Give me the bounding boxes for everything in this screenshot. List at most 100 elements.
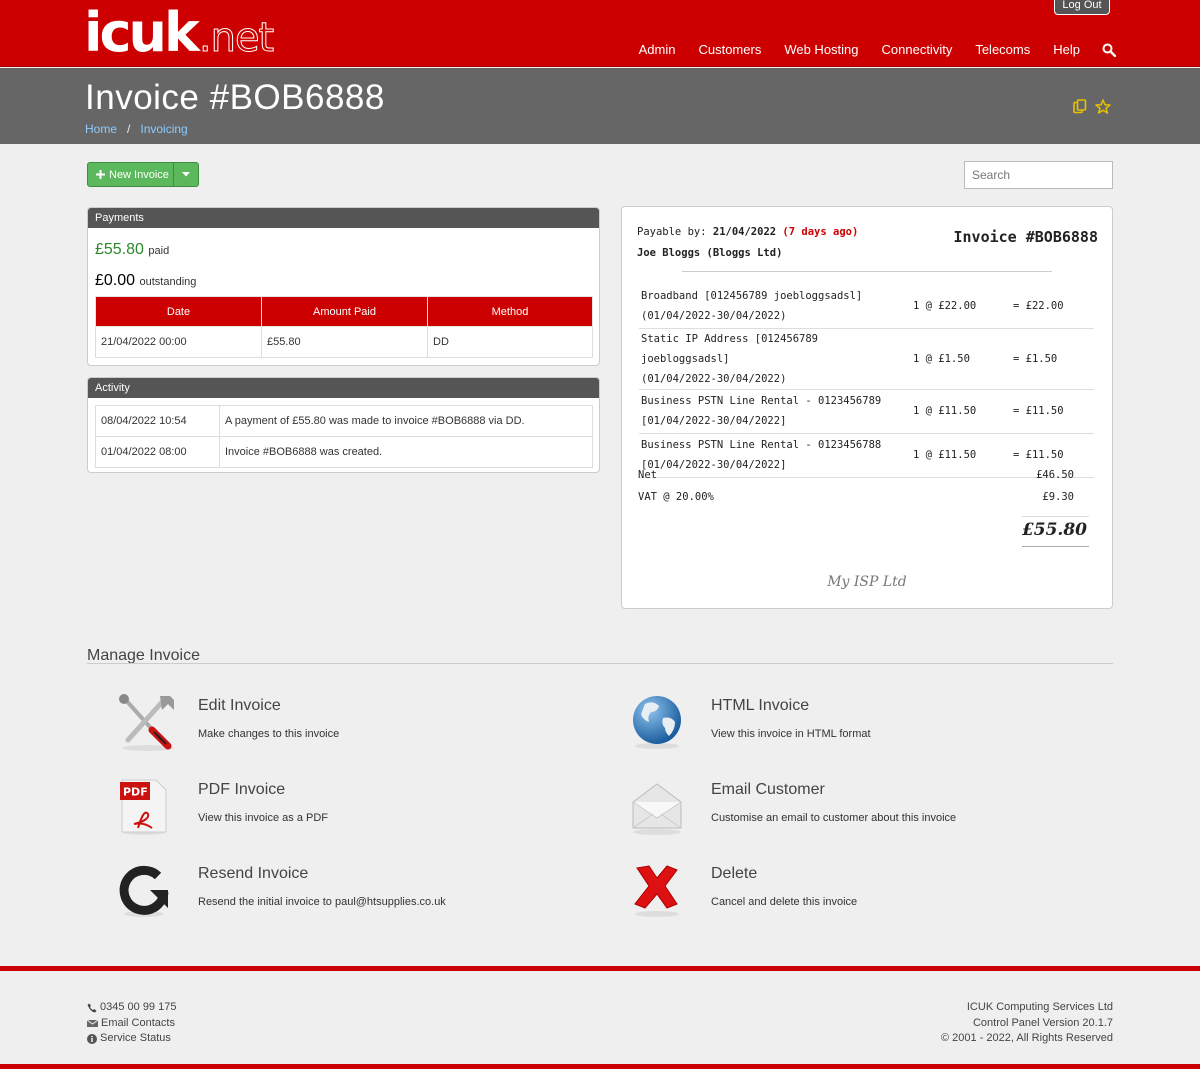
nav-customers[interactable]: Customers (698, 42, 761, 57)
payable-by: Payable by: 21/04/2022 (7 days ago) (637, 226, 858, 238)
footer-service-status[interactable]: Service Status (87, 1031, 176, 1047)
resend-invoice-title: Resend Invoice (198, 865, 309, 882)
nav-connectivity[interactable]: Connectivity (882, 42, 953, 57)
nav-admin[interactable]: Admin (639, 42, 676, 57)
delete-invoice-title: Delete (711, 865, 758, 882)
payments-heading: Payments (88, 208, 599, 228)
paid-value: £55.80 (95, 241, 144, 258)
net-row: Net £46.50 (638, 469, 1090, 491)
footer-version: Control Panel Version 20.1.7 (972, 1016, 1113, 1029)
html-invoice-action[interactable]: HTML Invoice View this invoice in HTML f… (631, 694, 871, 754)
star-favourite-icon[interactable] (1095, 99, 1111, 114)
line-amount: = £22.00 (1010, 284, 1094, 329)
nav-web-hosting[interactable]: Web Hosting (784, 42, 858, 57)
page-title: Invoice #BOB6888 (85, 78, 385, 117)
outstanding-label: outstanding (139, 276, 197, 288)
footer-email-contacts[interactable]: Email Contacts (87, 1016, 176, 1032)
line-description: Broadband [012456789 joebloggsadsl] (01/0… (639, 284, 911, 329)
line-quantity: 1 @ £11.50 (911, 389, 1010, 434)
new-invoice-dropdown-toggle[interactable] (174, 163, 198, 186)
activity-time: 01/04/2022 08:00 (95, 436, 220, 468)
resend-icon (118, 862, 180, 922)
payable-date: 21/04/2022 (712, 226, 777, 238)
table-header-row: Date Amount Paid Method (95, 296, 593, 327)
icuk-logo[interactable]: icuk .net (84, 1, 275, 64)
delete-invoice-action[interactable]: Delete Cancel and delete this invoice (631, 862, 857, 922)
pdf-invoice-action[interactable]: PDF PDF Invoice View this invoice as a P… (118, 778, 328, 838)
invoice-number: Invoice #BOB6888 (953, 228, 1099, 246)
pdf-badge-text: PDF (123, 786, 148, 799)
column-header-date[interactable]: Date (95, 296, 262, 327)
breadcrumb-separator: / (127, 122, 131, 136)
paid-label: paid (148, 245, 170, 257)
line-desc-main: Broadband [012456789 joebloggsadsl] (641, 289, 863, 302)
breadcrumb-home[interactable]: Home (85, 122, 117, 136)
activity-panel: Activity 08/04/2022 10:54 A payment of £… (87, 377, 600, 473)
footer-contact: 0345 00 99 175 Email Contacts Service St… (87, 1000, 176, 1047)
pdf-invoice-desc: View this invoice as a PDF (198, 812, 329, 824)
outstanding-amount: £0.00 outstanding (95, 272, 196, 290)
column-header-amount-paid[interactable]: Amount Paid (261, 296, 428, 327)
top-header: icuk .net Log Out Admin Customers Web Ho… (0, 0, 1200, 67)
table-row: 01/04/2022 08:00 Invoice #BOB6888 was cr… (95, 436, 593, 468)
line-desc-main: Static IP Address [012456789 joebloggsad… (641, 332, 819, 365)
activity-text: A payment of £55.80 was made to invoice … (219, 405, 593, 437)
vat-value: £9.30 (1042, 491, 1074, 503)
table-row: Business PSTN Line Rental - 0123456789 [0… (639, 389, 1094, 434)
vat-label: VAT @ 20.00% (638, 491, 714, 503)
outstanding-value: £0.00 (95, 272, 136, 289)
new-invoice-button-group: New Invoice (87, 162, 199, 187)
payable-ago: (7 days ago) (782, 226, 859, 238)
manage-divider (87, 663, 1113, 664)
copy-icon[interactable] (1073, 99, 1087, 114)
html-invoice-desc: View this invoice in HTML format (711, 728, 871, 740)
plus-icon (96, 170, 105, 179)
nav-help[interactable]: Help (1053, 42, 1080, 57)
email-customer-action[interactable]: Email Customer Customise an email to cus… (631, 778, 956, 838)
footer-phone-text: 0345 00 99 175 (100, 1001, 177, 1013)
invoice-divider (682, 271, 1052, 272)
title-band: Invoice #BOB6888 Home / Invoicing (0, 68, 1200, 144)
payment-date: 21/04/2022 00:00 (95, 326, 262, 358)
payable-label: Payable by: (637, 226, 707, 238)
footer-email-text: Email Contacts (101, 1016, 175, 1029)
breadcrumb-invoicing[interactable]: Invoicing (140, 122, 187, 136)
globe-icon (631, 694, 693, 754)
main-nav: Admin Customers Web Hosting Connectivity… (616, 42, 1116, 57)
footer-copyright: © 2001 - 2022, All Rights Reserved (941, 1032, 1113, 1044)
html-invoice-title: HTML Invoice (711, 697, 810, 714)
logout-button[interactable]: Log Out (1054, 0, 1110, 15)
activity-heading: Activity (88, 378, 599, 398)
email-customer-desc: Customise an email to customer about thi… (711, 812, 957, 824)
search-icon[interactable] (1102, 43, 1116, 57)
payments-panel: Payments £55.80 paid £0.00 outstanding D… (87, 207, 600, 366)
new-invoice-button[interactable]: New Invoice (88, 163, 174, 186)
invoice-lines-table: Broadband [012456789 joebloggsadsl] (01/0… (639, 284, 1094, 478)
new-invoice-label: New Invoice (109, 168, 169, 181)
delete-x-icon (631, 862, 693, 922)
line-desc-period: (01/04/2022-30/04/2022) (641, 372, 787, 385)
line-quantity: 1 @ £22.00 (911, 284, 1010, 329)
tools-icon (118, 694, 180, 754)
payment-amount: £55.80 (261, 326, 428, 358)
line-amount: = £1.50 (1010, 328, 1094, 390)
invoice-preview: Payable by: 21/04/2022 (7 days ago) Joe … (621, 206, 1113, 609)
activity-text: Invoice #BOB6888 was created. (219, 436, 593, 468)
logo-main-text: icuk (84, 1, 200, 64)
nav-telecoms[interactable]: Telecoms (975, 42, 1030, 57)
caret-down-icon (182, 172, 190, 177)
search-input[interactable] (964, 161, 1113, 189)
table-row: Static IP Address [012456789 joebloggsad… (639, 328, 1094, 390)
column-header-method[interactable]: Method (427, 296, 593, 327)
edit-invoice-action[interactable]: Edit Invoice Make changes to this invoic… (118, 694, 339, 754)
resend-invoice-action[interactable]: Resend Invoice Resend the initial invoic… (118, 862, 446, 922)
net-label: Net (638, 469, 657, 481)
paid-amount: £55.80 paid (95, 241, 169, 259)
footer-phone[interactable]: 0345 00 99 175 (87, 1000, 176, 1016)
line-desc-period: (01/04/2022-30/04/2022) (641, 309, 787, 322)
breadcrumb: Home / Invoicing (85, 122, 188, 136)
phone-icon (87, 1003, 97, 1013)
footer-status-text: Service Status (100, 1032, 171, 1044)
invoice-totals: Net £46.50 VAT @ 20.00% £9.30 (638, 469, 1090, 513)
table-row[interactable]: 21/04/2022 00:00 £55.80 DD (95, 326, 593, 358)
